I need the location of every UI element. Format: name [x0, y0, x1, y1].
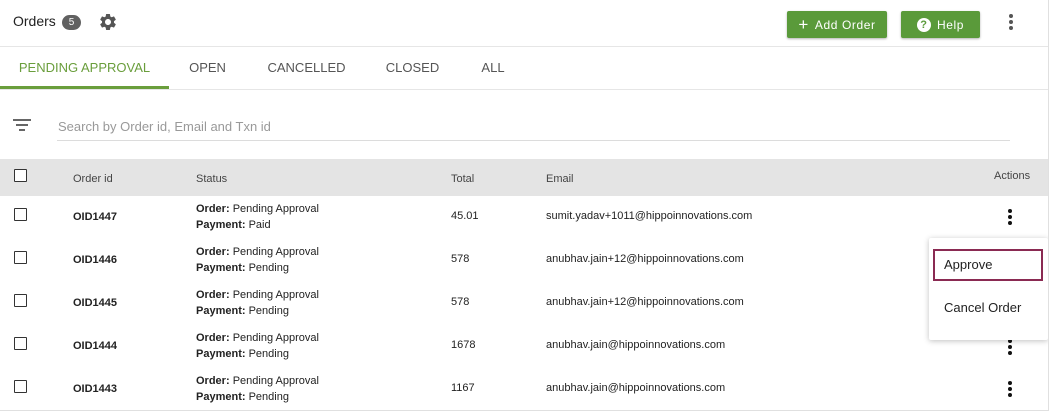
column-status: Status [196, 173, 228, 185]
table-row: OID1446 Order: Pending Approval Payment:… [0, 239, 1048, 283]
table-row: OID1444 Order: Pending Approval Payment:… [0, 325, 1048, 369]
table-row: OID1445 Order: Pending Approval Payment:… [0, 282, 1048, 326]
row-checkbox[interactable] [14, 294, 27, 307]
help-circle-icon: ? [916, 17, 931, 32]
search-input[interactable] [57, 112, 1010, 141]
header-more-icon[interactable] [1001, 12, 1021, 32]
row-checkbox[interactable] [14, 380, 27, 393]
row-actions-icon[interactable] [1000, 337, 1020, 357]
order-status-value: Pending Approval [232, 203, 319, 215]
filter-icon[interactable] [13, 119, 31, 131]
payment-status-value: Pending [248, 262, 289, 274]
order-status-label: Order: [196, 246, 230, 258]
order-id[interactable]: OID1444 [73, 340, 117, 352]
payment-status-label: Payment: [196, 391, 246, 403]
order-email: anubhav.jain+12@hippoinnovations.com [546, 296, 744, 308]
payment-status-label: Payment: [196, 219, 246, 231]
order-id[interactable]: OID1443 [73, 383, 117, 395]
order-status-value: Pending Approval [232, 332, 319, 344]
tab-closed[interactable]: CLOSED [371, 47, 454, 89]
order-total: 1167 [451, 382, 475, 394]
order-status: Order: Pending Approval Payment: Pending [196, 373, 319, 405]
order-total: 578 [451, 296, 470, 308]
order-id[interactable]: OID1447 [73, 211, 117, 223]
cancel-order-menu-item[interactable]: Cancel Order [933, 292, 1043, 324]
help-button[interactable]: ? Help [901, 11, 980, 38]
order-status-label: Order: [196, 375, 230, 387]
order-email: anubhav.jain+12@hippoinnovations.com [546, 253, 744, 265]
orders-panel: Orders 5 + Add Order ? Help PENDING APPR… [0, 0, 1049, 411]
row-checkbox[interactable] [14, 208, 27, 221]
add-order-button[interactable]: + Add Order [787, 11, 887, 38]
help-label: Help [936, 17, 965, 32]
tab-cancelled[interactable]: CANCELLED [250, 47, 363, 89]
add-order-label: Add Order [814, 17, 876, 32]
order-total: 1678 [451, 339, 476, 351]
plus-icon: + [798, 14, 809, 34]
approve-menu-item[interactable]: Approve [933, 249, 1043, 281]
column-email: Email [546, 173, 574, 185]
page-title: Orders [13, 13, 56, 29]
payment-status-value: Pending [248, 305, 289, 317]
order-id[interactable]: OID1446 [73, 254, 117, 266]
order-email: sumit.yadav+1011@hippoinnovations.com [546, 210, 753, 222]
column-order-id: Order id [73, 173, 113, 185]
payment-status-value: Pending [248, 391, 289, 403]
order-status-label: Order: [196, 203, 230, 215]
payment-status-value: Paid [248, 219, 271, 231]
row-checkbox[interactable] [14, 337, 27, 350]
column-total: Total [451, 173, 475, 185]
column-actions: Actions [994, 170, 1031, 182]
order-email: anubhav.jain@hippoinnovations.com [546, 339, 726, 351]
order-status: Order: Pending Approval Payment: Paid [196, 201, 319, 233]
status-tabs: PENDING APPROVAL OPEN CANCELLED CLOSED A… [0, 47, 1048, 90]
order-total: 45.01 [451, 210, 479, 222]
order-status: Order: Pending Approval Payment: Pending [196, 287, 319, 319]
tab-open[interactable]: OPEN [174, 47, 241, 89]
order-count-badge: 5 [62, 15, 81, 30]
order-status-label: Order: [196, 332, 230, 344]
order-total: 578 [451, 253, 470, 265]
payment-status-value: Pending [248, 348, 289, 360]
payment-status-label: Payment: [196, 348, 246, 360]
order-status-value: Pending Approval [232, 246, 319, 258]
order-email: anubhav.jain@hippoinnovations.com [546, 382, 726, 394]
active-tab-indicator [0, 86, 169, 89]
row-checkbox[interactable] [14, 251, 27, 264]
row-actions-icon[interactable] [1000, 207, 1020, 227]
order-status-label: Order: [196, 289, 230, 301]
gear-icon[interactable] [98, 12, 118, 32]
table-row: OID1443 Order: Pending Approval Payment:… [0, 368, 1048, 410]
order-status: Order: Pending Approval Payment: Pending [196, 244, 319, 276]
order-status-value: Pending Approval [232, 289, 319, 301]
order-status-value: Pending Approval [232, 375, 319, 387]
table-header: Order id Status Total Email Actions [0, 159, 1048, 196]
row-actions-menu: Approve Cancel Order [929, 238, 1048, 340]
page-header: Orders 5 + Add Order ? Help [0, 0, 1048, 47]
order-id[interactable]: OID1445 [73, 297, 117, 309]
payment-status-label: Payment: [196, 305, 246, 317]
tab-all[interactable]: ALL [465, 47, 521, 89]
tab-pending-approval[interactable]: PENDING APPROVAL [0, 47, 169, 89]
select-all-checkbox[interactable] [14, 169, 27, 182]
row-actions-icon[interactable] [1000, 379, 1020, 399]
order-status: Order: Pending Approval Payment: Pending [196, 330, 319, 362]
table-row: OID1447 Order: Pending Approval Payment:… [0, 196, 1048, 240]
payment-status-label: Payment: [196, 262, 246, 274]
